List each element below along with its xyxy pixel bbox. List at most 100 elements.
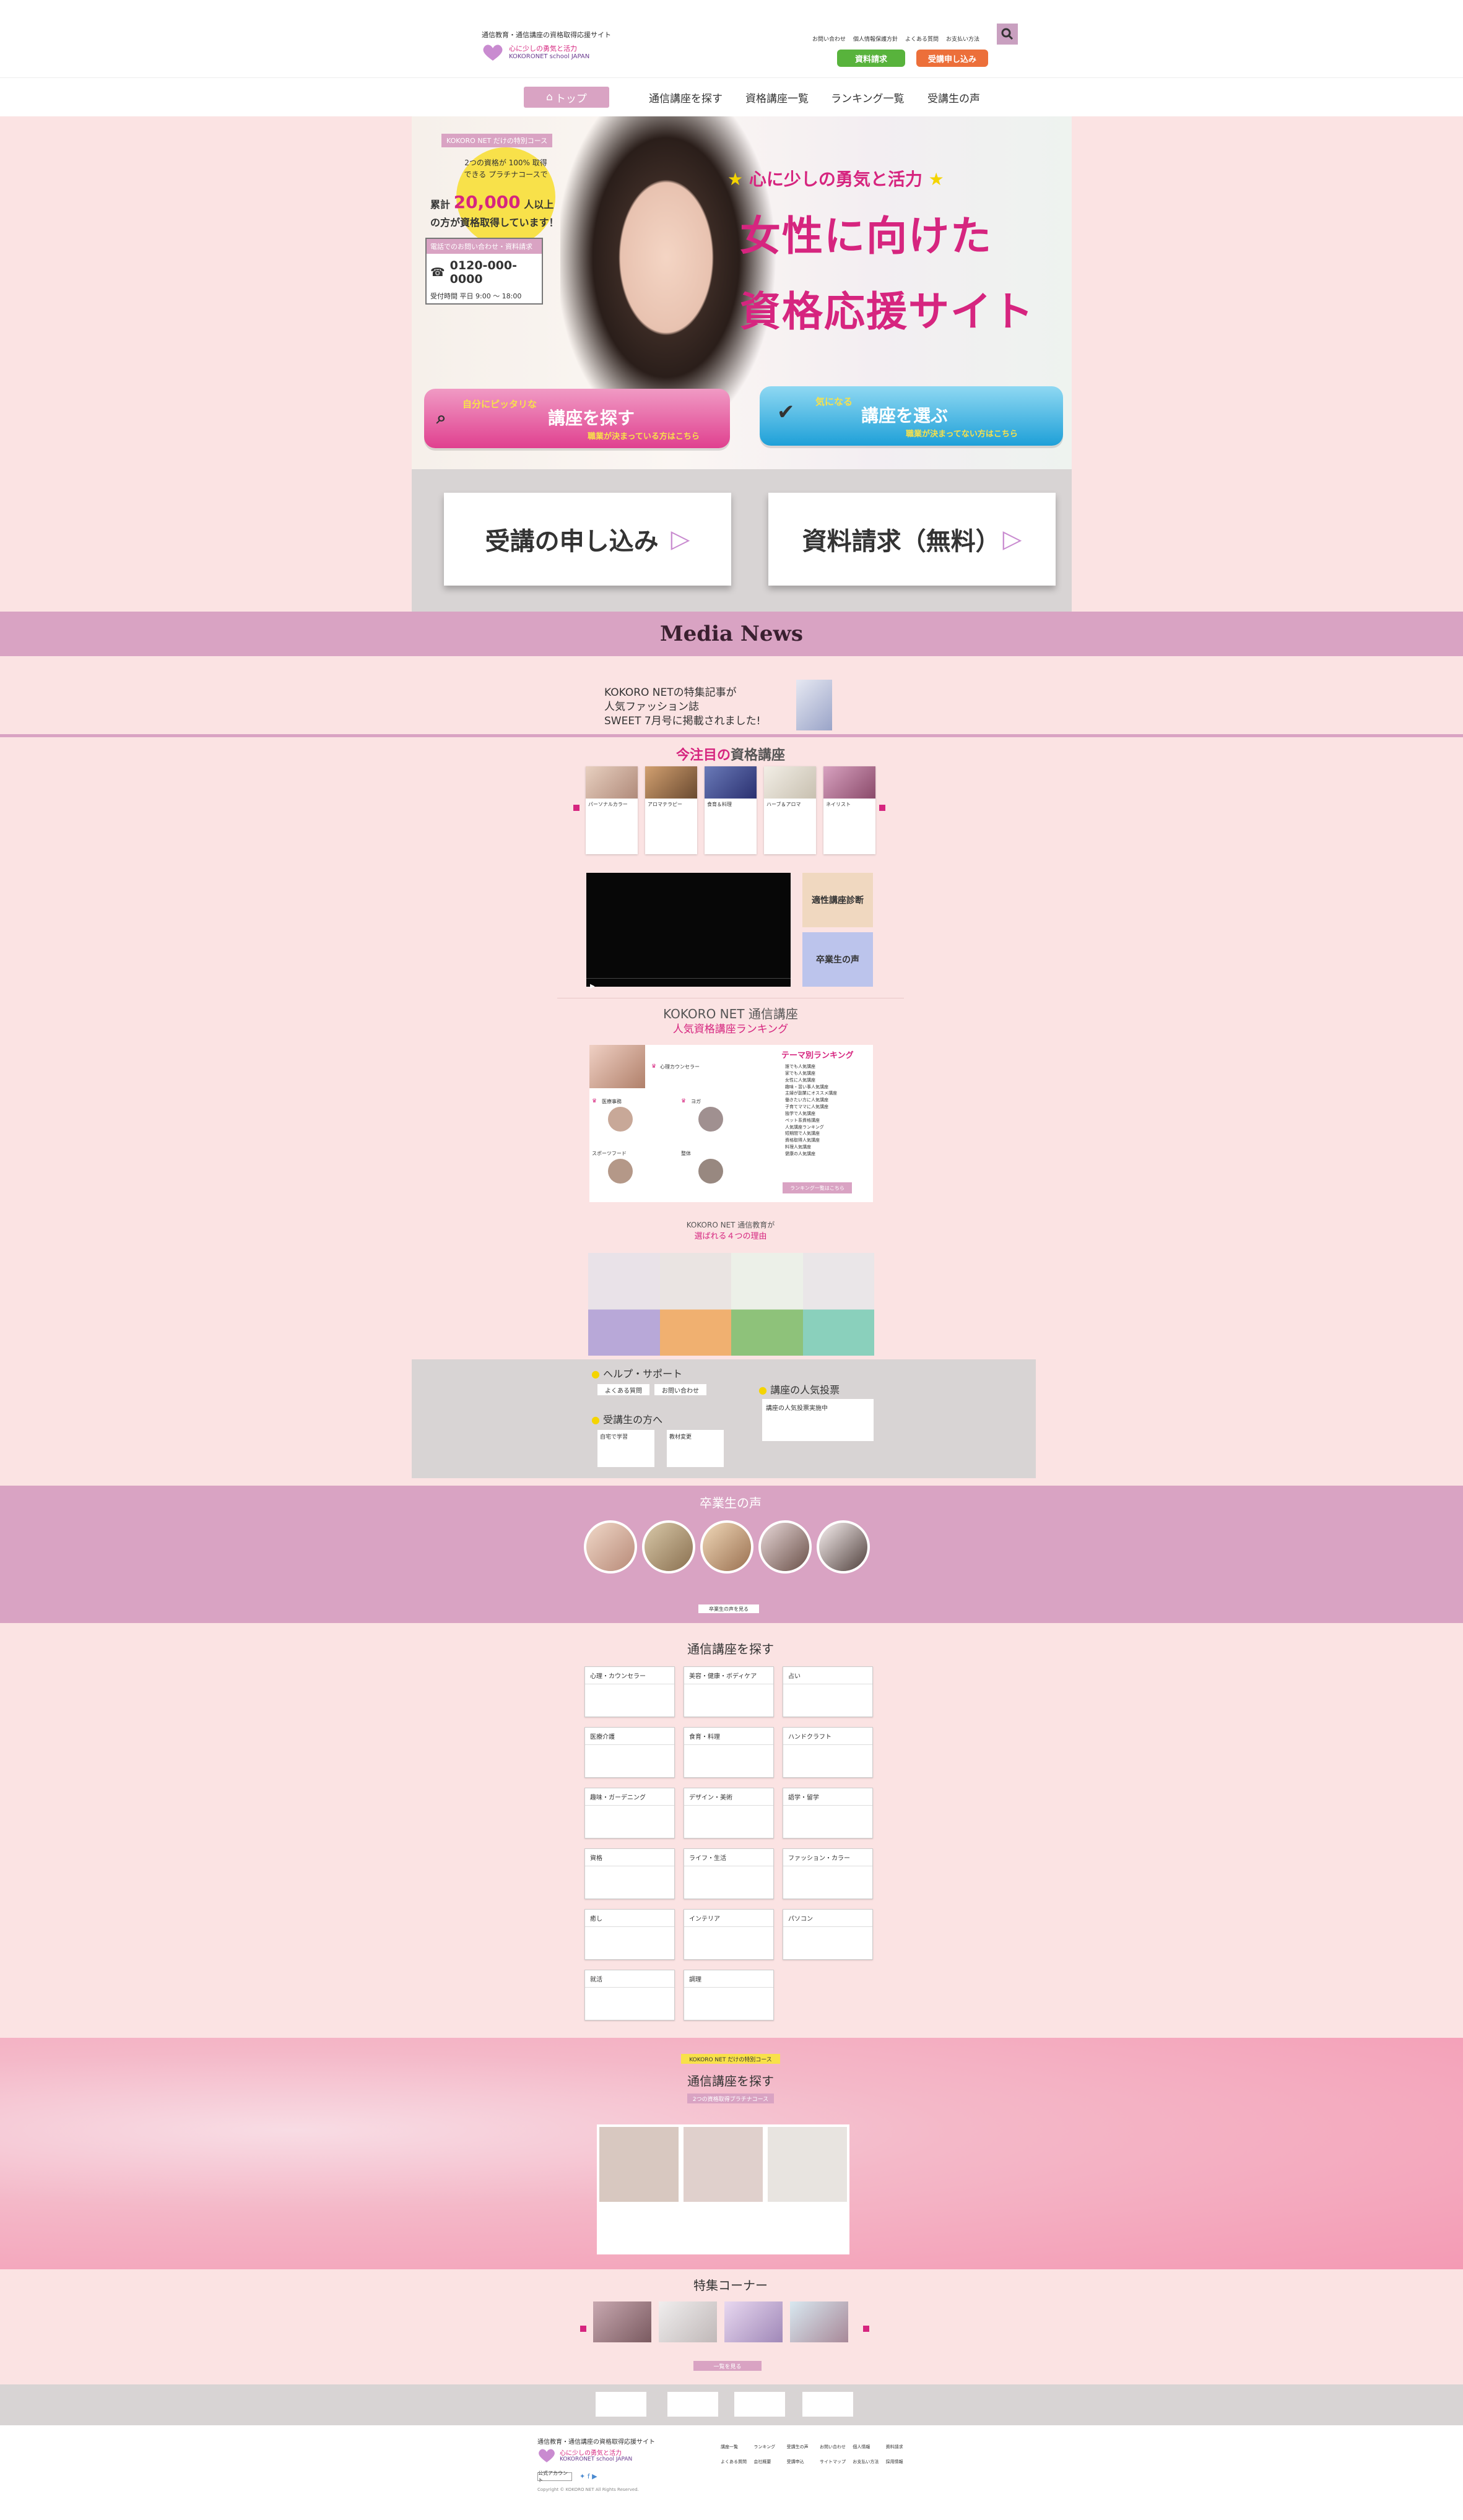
featured-card[interactable]: ハーブ＆アロマ [764, 766, 816, 854]
rank-item-3[interactable]: ヨガ [691, 1098, 701, 1105]
category-panel[interactable]: 資格 [584, 1848, 675, 1899]
category-panel[interactable]: 癒し [584, 1909, 675, 1960]
category-panel[interactable]: ライフ・生活 [684, 1848, 774, 1899]
features-more-button[interactable]: 一覧を見る [693, 2361, 762, 2371]
footer-link[interactable]: 受講生の声 [787, 2444, 820, 2450]
avatar[interactable] [817, 1520, 870, 1574]
theme-item[interactable]: 資格取得人気講座 [785, 1137, 837, 1144]
video-player[interactable]: ▶ [586, 873, 791, 990]
theme-item[interactable]: 子育てママに人気講座 [785, 1104, 837, 1111]
cta-search-course[interactable]: ⌕ 自分にピッタリな 講座を探す 職業が決まっている方はこちら [424, 389, 730, 448]
util-link-privacy[interactable]: 個人情報保護方針 [853, 35, 898, 43]
nav-search-course[interactable]: 通信講座を探す [649, 87, 723, 108]
footer-link[interactable]: お問い合わせ [820, 2444, 853, 2450]
diagnosis-banner[interactable]: 適性講座診断 [802, 873, 873, 927]
search-button[interactable] [997, 24, 1018, 45]
footer-link[interactable]: 採用情報 [886, 2459, 919, 2465]
category-panel[interactable]: 心理・カウンセラー [584, 1666, 675, 1717]
category-panel[interactable]: 趣味・ガーデニング [584, 1788, 675, 1838]
theme-item[interactable]: 独学で人気講座 [785, 1111, 837, 1117]
carousel-next-icon[interactable] [863, 2326, 869, 2332]
category-panel[interactable]: インテリア [684, 1909, 774, 1960]
category-panel[interactable]: 食育・料理 [684, 1727, 774, 1778]
footer-link[interactable]: お支払い方法 [853, 2459, 885, 2465]
carousel-prev-icon[interactable] [573, 805, 580, 811]
rank-item-5[interactable]: 整体 [681, 1150, 691, 1157]
footer-link[interactable]: 受講申込 [787, 2459, 820, 2465]
magazine-thumbnail[interactable] [796, 680, 832, 730]
util-link-payment[interactable]: お支払い方法 [946, 35, 979, 43]
category-panel[interactable]: パソコン [783, 1909, 873, 1960]
banner-link[interactable] [596, 2392, 646, 2417]
rank-item-1[interactable]: 心理カウンセラー [660, 1063, 700, 1070]
voices-more-button[interactable]: 卒業生の声を見る [698, 1604, 759, 1613]
util-link-contact[interactable]: お問い合わせ [812, 35, 846, 43]
material-free-button[interactable]: 資料請求（無料） ▷ [768, 493, 1056, 586]
theme-item[interactable]: 働きたい方に人気講座 [785, 1097, 837, 1104]
video-controls[interactable]: ▶ [586, 978, 791, 990]
banner-link[interactable] [734, 2392, 785, 2417]
special-card[interactable] [684, 2127, 763, 2252]
reason-card[interactable] [731, 1253, 803, 1356]
theme-item[interactable]: 家でも人気講座 [785, 1070, 837, 1077]
twitter-icon[interactable]: ✦ [580, 2472, 585, 2480]
theme-item[interactable]: 主婦が副業にオススメ講座 [785, 1090, 837, 1097]
reason-card[interactable] [588, 1253, 660, 1356]
category-panel[interactable]: 美容・健康・ボディケア [684, 1666, 774, 1717]
footer-link[interactable]: 会社概要 [753, 2459, 786, 2465]
student-box[interactable]: 教材変更 [667, 1430, 724, 1467]
apply-course-button[interactable]: 受講の申し込み ▷ [444, 493, 731, 586]
avatar[interactable] [700, 1520, 753, 1574]
category-panel[interactable]: ハンドクラフト [783, 1727, 873, 1778]
category-panel[interactable]: 医療介護 [584, 1727, 675, 1778]
youtube-icon[interactable]: ▶ [592, 2472, 597, 2480]
carousel-prev-icon[interactable] [580, 2326, 586, 2332]
util-link-faq[interactable]: よくある質問 [905, 35, 939, 43]
apply-button[interactable]: 受講申し込み [916, 50, 988, 67]
footer-link[interactable]: 個人情報 [853, 2444, 885, 2450]
cta-choose-course[interactable]: ✔ 気になる 講座を選ぶ 職業が決まってない方はこちら [760, 386, 1063, 446]
footer-link[interactable]: サイトマップ [820, 2459, 853, 2465]
theme-item[interactable]: 趣味・習い事人気講座 [785, 1084, 837, 1091]
nav-voices[interactable]: 受講生の声 [927, 87, 980, 108]
footer-link[interactable]: 資料請求 [886, 2444, 919, 2450]
theme-item[interactable]: 健康の人気講座 [785, 1151, 837, 1158]
category-panel[interactable]: デザイン・美術 [684, 1788, 774, 1838]
theme-item[interactable]: 女性に人気講座 [785, 1077, 837, 1084]
theme-item[interactable]: ペット系資格講座 [785, 1117, 837, 1124]
category-panel[interactable]: 占い [783, 1666, 873, 1717]
logo-heart-icon[interactable] [482, 43, 504, 62]
featured-card[interactable]: ネイリスト [823, 766, 875, 854]
category-panel[interactable]: ファッション・カラー [783, 1848, 873, 1899]
nav-top[interactable]: ⌂ トップ [524, 87, 609, 108]
avatar[interactable] [758, 1520, 812, 1574]
carousel-next-icon[interactable] [879, 805, 885, 811]
follow-button[interactable]: 公式アカウント [537, 2470, 572, 2483]
theme-item[interactable]: 人気講座ランキング [785, 1124, 837, 1131]
avatar[interactable] [584, 1520, 637, 1574]
feature-card[interactable] [790, 2301, 848, 2342]
theme-item[interactable]: 短期間で人気講座 [785, 1130, 837, 1137]
contact-link[interactable]: お問い合わせ [654, 1384, 706, 1395]
footer-link[interactable]: 講座一覧 [721, 2444, 753, 2450]
footer-link[interactable]: ランキング [753, 2444, 786, 2450]
banner-link[interactable] [802, 2392, 853, 2417]
featured-card[interactable]: 食育＆料理 [705, 766, 757, 854]
feature-card[interactable] [593, 2301, 651, 2342]
special-card[interactable] [599, 2127, 679, 2252]
material-request-button[interactable]: 資料請求 [837, 50, 905, 67]
vote-box[interactable]: 講座の人気投票実施中 [762, 1399, 874, 1441]
facebook-icon[interactable]: f [588, 2472, 590, 2480]
category-panel[interactable]: 就活 [584, 1970, 675, 2020]
student-box[interactable]: 自宅で学習 [597, 1430, 654, 1467]
featured-card[interactable]: アロマテラピー [645, 766, 697, 854]
faq-link[interactable]: よくある質問 [597, 1384, 649, 1395]
avatar[interactable] [642, 1520, 695, 1574]
reason-card[interactable] [802, 1253, 874, 1356]
category-panel[interactable]: 語学・留学 [783, 1788, 873, 1838]
reason-card[interactable] [659, 1253, 731, 1356]
logo-heart-icon[interactable] [537, 2448, 556, 2464]
special-card[interactable] [768, 2127, 847, 2252]
theme-item[interactable]: 料理人気講座 [785, 1144, 837, 1151]
category-panel[interactable]: 調理 [684, 1970, 774, 2020]
